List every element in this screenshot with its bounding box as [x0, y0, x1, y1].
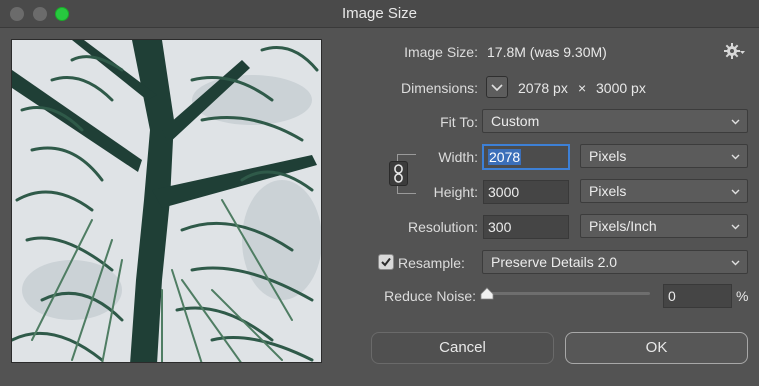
- chevron-down-icon: [731, 189, 740, 195]
- fit-to-label: Fit To:: [440, 114, 478, 130]
- reduce-noise-slider-thumb[interactable]: [480, 287, 494, 300]
- width-unit-value: Pixels: [589, 148, 627, 164]
- resolution-label: Resolution:: [407, 219, 478, 235]
- resolution-unit-select[interactable]: Pixels/Inch: [580, 214, 748, 238]
- ok-button[interactable]: OK: [565, 332, 748, 364]
- fit-to-select[interactable]: Custom: [482, 109, 748, 133]
- dimensions-width: 2078 px: [518, 80, 568, 96]
- height-unit-value: Pixels: [589, 183, 627, 199]
- resolution-input[interactable]: 300: [483, 215, 569, 239]
- reduce-noise-slider-track[interactable]: [487, 292, 650, 295]
- constrain-proportions-toggle[interactable]: [389, 161, 408, 186]
- image-size-dialog: Image Size Image Size: 17.8M (was 9.30M)…: [0, 0, 759, 386]
- resample-method-value: Preserve Details 2.0: [491, 254, 618, 270]
- checkmark-icon: [381, 257, 391, 267]
- window-title: Image Size: [341, 5, 418, 22]
- chevron-down-icon: [491, 84, 503, 92]
- reduce-noise-label: Reduce Noise:: [384, 288, 476, 304]
- resample-label[interactable]: Resample:: [398, 255, 465, 271]
- preview-image: [12, 40, 321, 362]
- title-bar: Image Size: [0, 0, 759, 28]
- width-input[interactable]: 2078: [483, 145, 569, 169]
- image-size-label: Image Size:: [404, 44, 478, 60]
- reduce-noise-input[interactable]: 0: [663, 284, 732, 308]
- link-chain-icon: [394, 164, 403, 183]
- gear-icon[interactable]: [724, 42, 746, 60]
- dimensions-height: 3000 px: [596, 80, 646, 96]
- chevron-down-icon: [731, 119, 740, 125]
- image-size-value: 17.8M (was 9.30M): [487, 44, 607, 60]
- resample-checkbox[interactable]: [378, 254, 394, 270]
- resolution-value: 300: [488, 219, 512, 235]
- resample-method-select[interactable]: Preserve Details 2.0: [482, 250, 748, 274]
- dimensions-times: ×: [578, 80, 587, 96]
- image-preview[interactable]: [11, 39, 322, 363]
- reduce-noise-unit: %: [736, 288, 749, 304]
- chevron-down-icon: [731, 154, 740, 160]
- width-unit-select[interactable]: Pixels: [580, 144, 748, 168]
- reduce-noise-value: 0: [668, 288, 676, 304]
- dimensions-label: Dimensions:: [400, 80, 478, 96]
- fit-to-value: Custom: [491, 113, 540, 129]
- chevron-down-icon: [731, 260, 740, 266]
- dimensions-menu-button[interactable]: [486, 76, 508, 98]
- chevron-down-icon: [731, 224, 740, 230]
- height-label: Height:: [433, 184, 478, 200]
- width-value: 2078: [488, 149, 522, 165]
- height-input[interactable]: 3000: [483, 180, 569, 204]
- cancel-button[interactable]: Cancel: [371, 332, 554, 364]
- resolution-unit-value: Pixels/Inch: [589, 218, 657, 234]
- height-unit-select[interactable]: Pixels: [580, 179, 748, 203]
- height-value: 3000: [488, 184, 520, 200]
